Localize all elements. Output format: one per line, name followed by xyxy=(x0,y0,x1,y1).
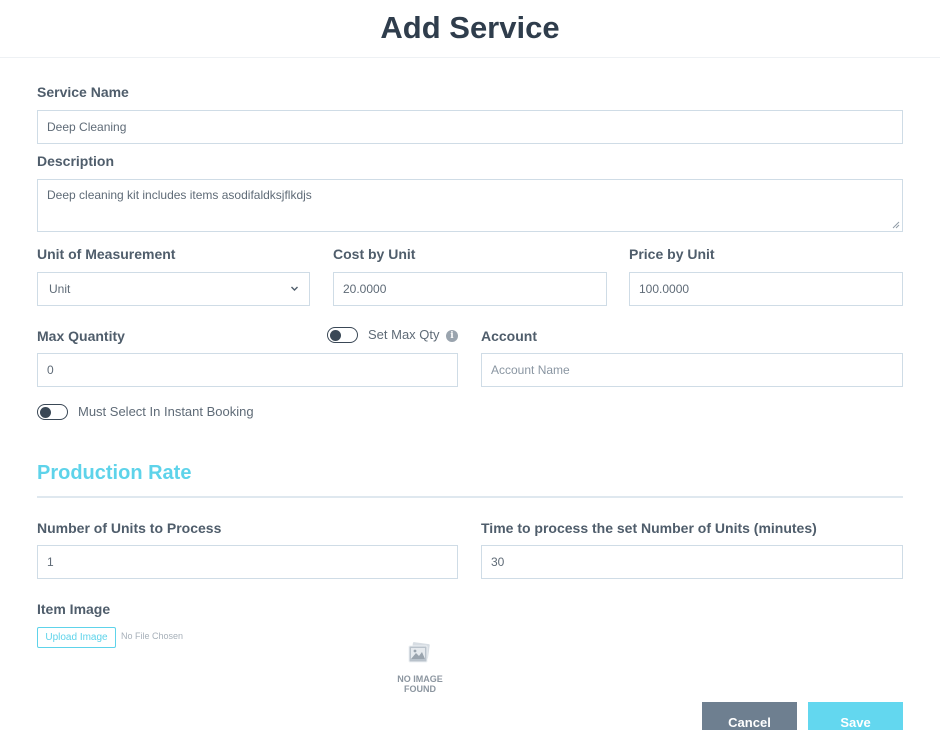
price-by-unit-input[interactable]: 100.0000 xyxy=(629,272,903,306)
unit-of-measurement-label: Unit of Measurement xyxy=(37,246,176,262)
upload-image-button[interactable]: Upload Image xyxy=(37,627,116,648)
cost-by-unit-input[interactable]: 20.0000 xyxy=(333,272,607,306)
service-name-label: Service Name xyxy=(37,84,129,100)
image-placeholder-icon xyxy=(408,642,430,663)
unit-of-measurement-value: Unit xyxy=(49,282,71,296)
unit-of-measurement-select[interactable]: Unit xyxy=(37,272,310,306)
time-to-process-value: 30 xyxy=(491,555,505,569)
units-to-process-input[interactable]: 1 xyxy=(37,545,458,579)
description-textarea[interactable]: Deep cleaning kit includes items asodifa… xyxy=(37,179,903,232)
no-image-found-text: NO IMAGE FOUND xyxy=(390,674,450,694)
no-file-chosen-text: No File Chosen xyxy=(121,631,184,641)
page-title: Add Service xyxy=(380,10,560,45)
info-icon[interactable]: i xyxy=(446,330,458,342)
price-by-unit-label: Price by Unit xyxy=(629,246,715,262)
service-name-value: Deep Cleaning xyxy=(47,120,127,134)
time-to-process-label: Time to process the set Number of Units … xyxy=(481,520,817,536)
cancel-button[interactable]: Cancel xyxy=(702,702,797,730)
section-divider xyxy=(37,496,903,498)
max-quantity-label: Max Quantity xyxy=(37,328,125,344)
units-to-process-value: 1 xyxy=(47,555,54,569)
chevron-down-icon xyxy=(291,286,298,291)
save-button[interactable]: Save xyxy=(808,702,903,730)
set-max-qty-toggle[interactable] xyxy=(327,327,358,343)
cost-by-unit-value: 20.0000 xyxy=(343,282,387,296)
instant-booking-label: Must Select In Instant Booking xyxy=(78,404,254,419)
set-max-qty-label: Set Max Qty xyxy=(368,327,440,342)
price-by-unit-value: 100.0000 xyxy=(639,282,690,296)
item-image-label: Item Image xyxy=(37,601,111,617)
time-to-process-input[interactable]: 30 xyxy=(481,545,903,579)
units-to-process-label: Number of Units to Process xyxy=(37,520,222,536)
toggle-knob xyxy=(330,329,341,341)
account-label: Account xyxy=(481,328,537,344)
page-header: Add Service xyxy=(0,0,940,58)
account-input[interactable]: Account Name xyxy=(481,353,903,387)
description-label: Description xyxy=(37,153,115,169)
service-name-input[interactable]: Deep Cleaning xyxy=(37,110,903,144)
description-value: Deep cleaning kit includes items asodifa… xyxy=(47,188,312,202)
resize-grip-icon[interactable] xyxy=(892,221,900,229)
account-placeholder: Account Name xyxy=(491,363,570,377)
no-image-line2: FOUND xyxy=(404,684,436,694)
toggle-knob xyxy=(40,406,51,418)
max-quantity-value: 0 xyxy=(47,363,54,377)
no-image-line1: NO IMAGE xyxy=(397,674,443,684)
cost-by-unit-label: Cost by Unit xyxy=(333,246,416,262)
instant-booking-toggle[interactable] xyxy=(37,404,68,420)
max-quantity-input[interactable]: 0 xyxy=(37,353,458,387)
production-rate-title: Production Rate xyxy=(37,462,192,484)
